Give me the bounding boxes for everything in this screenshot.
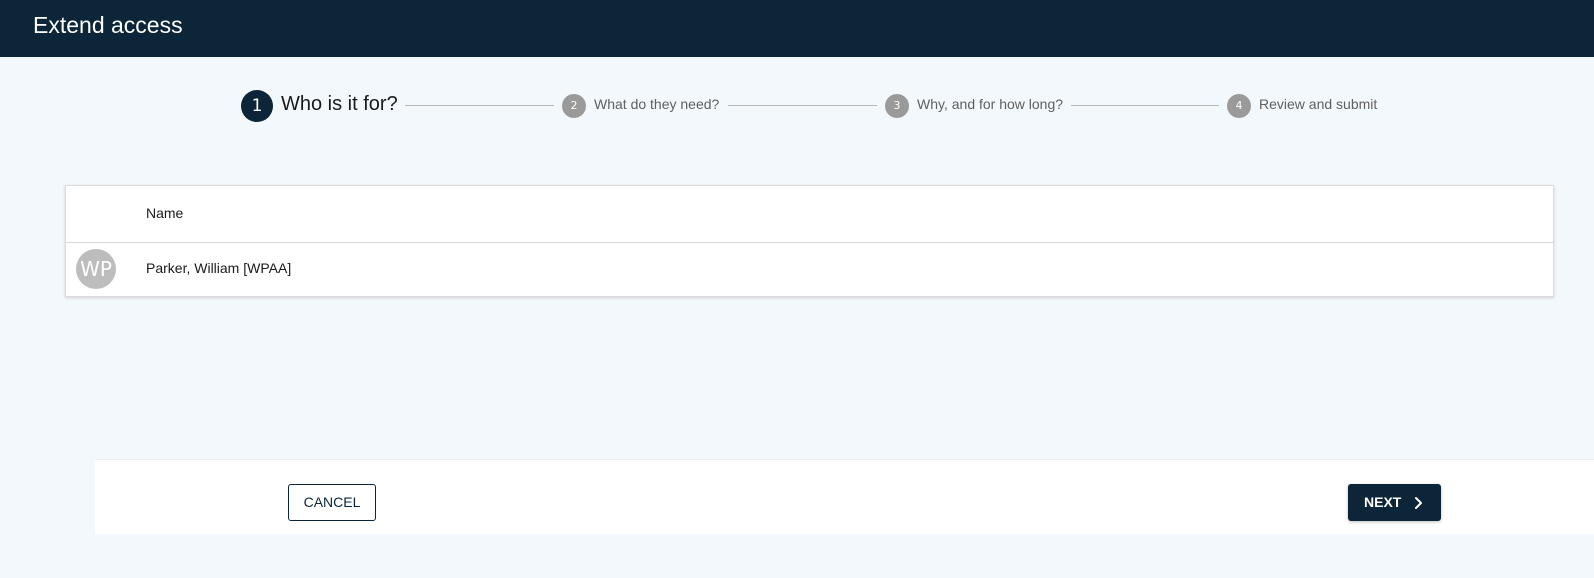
table-header: Name bbox=[66, 186, 1553, 243]
user-name: Parker, William [WPAA] bbox=[146, 260, 292, 276]
step-2-number: 2 bbox=[562, 94, 586, 118]
chevron-right-icon bbox=[1411, 496, 1425, 510]
step-connector bbox=[728, 105, 877, 106]
step-4-label: Review and submit bbox=[1259, 96, 1378, 112]
table-row[interactable]: WP Parker, William [WPAA] bbox=[66, 243, 1553, 296]
step-2-label: What do they need? bbox=[594, 96, 720, 112]
step-3-label: Why, and for how long? bbox=[917, 96, 1064, 112]
wizard-footer: CANCEL NEXT bbox=[95, 459, 1594, 534]
step-1-number: 1 bbox=[241, 90, 273, 122]
next-button[interactable]: NEXT bbox=[1348, 484, 1441, 521]
step-1-label: Who is it for? bbox=[281, 93, 398, 115]
step-connector bbox=[405, 105, 554, 106]
step-4-number: 4 bbox=[1227, 94, 1251, 118]
step-3-number: 3 bbox=[885, 94, 909, 118]
column-header-name[interactable]: Name bbox=[146, 205, 183, 221]
avatar: WP bbox=[76, 249, 116, 289]
user-table: Name WP Parker, William [WPAA] bbox=[65, 185, 1554, 297]
next-button-label: NEXT bbox=[1364, 494, 1402, 510]
cancel-button[interactable]: CANCEL bbox=[288, 484, 376, 521]
wizard-stepper: 1 Who is it for? 2 What do they need? 3 … bbox=[0, 0, 1594, 160]
step-connector bbox=[1071, 105, 1219, 106]
